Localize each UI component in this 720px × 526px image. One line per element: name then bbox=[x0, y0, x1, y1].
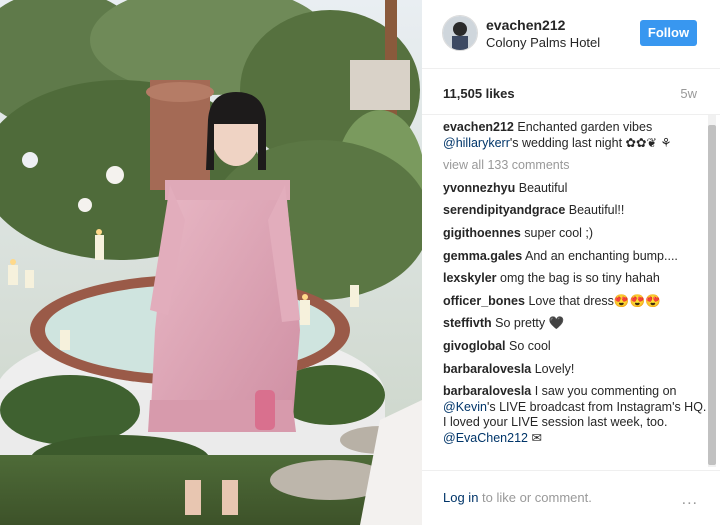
comment-username[interactable]: officer_bones bbox=[443, 294, 525, 308]
like-count[interactable]: 11,505 likes bbox=[443, 86, 515, 101]
comment-username[interactable]: givoglobal bbox=[443, 339, 506, 353]
comment-username[interactable]: yvonnezhyu bbox=[443, 181, 515, 195]
comments-section[interactable]: evachen212 Enchanted garden vibes @hilla… bbox=[422, 115, 720, 467]
caption-username[interactable]: evachen212 bbox=[443, 120, 514, 134]
post-age[interactable]: 5w bbox=[680, 86, 697, 101]
scrollbar-thumb[interactable] bbox=[708, 125, 716, 465]
comment-item: barbaralovesla Lovely! bbox=[443, 362, 709, 378]
comments-scrollbar[interactable] bbox=[708, 115, 716, 467]
comment-text: omg the bag is so tiny hahah bbox=[500, 271, 660, 286]
comment-item: barbaralovesla I saw you commenting on @… bbox=[443, 384, 709, 446]
post-photo[interactable] bbox=[0, 0, 422, 525]
login-prompt-text: to like or comment. bbox=[478, 490, 592, 505]
login-link[interactable]: Log in bbox=[443, 490, 478, 505]
comment-text: So cool bbox=[508, 338, 551, 353]
comment-text: And an enchanting bump.... bbox=[525, 248, 678, 263]
post-location[interactable]: Colony Palms Hotel bbox=[486, 35, 600, 50]
post-header: evachen212 Colony Palms Hotel Follow bbox=[422, 0, 720, 69]
login-prompt: Log in to like or comment. bbox=[443, 490, 592, 505]
comment-username[interactable]: gigithoennes bbox=[443, 226, 521, 240]
profile-avatar[interactable] bbox=[442, 15, 478, 51]
avatar-image bbox=[443, 16, 477, 50]
garden-photo bbox=[0, 0, 422, 525]
comment-item: gigithoennes super cool ;) bbox=[443, 226, 709, 242]
ellipsis-icon[interactable]: ... bbox=[682, 491, 698, 509]
comment-item: givoglobal So cool bbox=[443, 339, 709, 355]
caption-text-2: 's wedding last night ✿✿❦ ⚘ bbox=[509, 135, 672, 150]
comment-username[interactable]: barbaralovesla bbox=[443, 384, 531, 398]
follow-button[interactable]: Follow bbox=[640, 20, 697, 46]
instagram-post: evachen212 Colony Palms Hotel Follow 11,… bbox=[0, 0, 720, 525]
comment-item: officer_bones Love that dress😍😍😍 bbox=[443, 294, 709, 310]
comments-list: evachen212 Enchanted garden vibes @hilla… bbox=[443, 120, 709, 454]
comment-item: yvonnezhyu Beautiful bbox=[443, 181, 709, 197]
comment-item: gemma.gales And an enchanting bump.... bbox=[443, 249, 709, 265]
comment-text: Beautiful!! bbox=[568, 203, 625, 218]
comment-text: Beautiful bbox=[518, 180, 568, 195]
caption: evachen212 Enchanted garden vibes @hilla… bbox=[443, 120, 709, 151]
comment-text: So pretty 🖤 bbox=[495, 316, 565, 331]
comment-mention-1[interactable]: @Kevin bbox=[443, 400, 487, 414]
comment-text-3: ✉ bbox=[527, 430, 542, 445]
post-footer: Log in to like or comment. ... bbox=[422, 470, 720, 526]
comment-text: Love that dress😍😍😍 bbox=[528, 293, 661, 308]
post-username[interactable]: evachen212 bbox=[486, 17, 565, 33]
caption-mention[interactable]: @hillarykerr bbox=[443, 136, 510, 150]
post-sidebar: evachen212 Colony Palms Hotel Follow 11,… bbox=[422, 0, 720, 525]
comment-text: super cool ;) bbox=[524, 225, 594, 240]
comment-item: steffivth So pretty 🖤 bbox=[443, 316, 709, 332]
comment-text: Lovely! bbox=[534, 361, 575, 376]
caption-text-1: Enchanted garden vibes bbox=[517, 120, 653, 134]
comment-item: lexskyler omg the bag is so tiny hahah bbox=[443, 271, 709, 287]
comment-username[interactable]: barbaralovesla bbox=[443, 362, 531, 376]
comment-text-1: I saw you commenting on bbox=[534, 384, 677, 399]
comment-username[interactable]: lexskyler bbox=[443, 271, 497, 285]
comment-username[interactable]: serendipityandgrace bbox=[443, 203, 565, 217]
post-stats: 11,505 likes 5w bbox=[422, 68, 720, 115]
comment-username[interactable]: steffivth bbox=[443, 316, 492, 330]
comment-item: serendipityandgrace Beautiful!! bbox=[443, 203, 709, 219]
comment-mention-2[interactable]: @EvaChen212 bbox=[443, 431, 528, 445]
comment-username[interactable]: gemma.gales bbox=[443, 249, 522, 263]
view-all-comments-link[interactable]: view all 133 comments bbox=[443, 158, 709, 174]
